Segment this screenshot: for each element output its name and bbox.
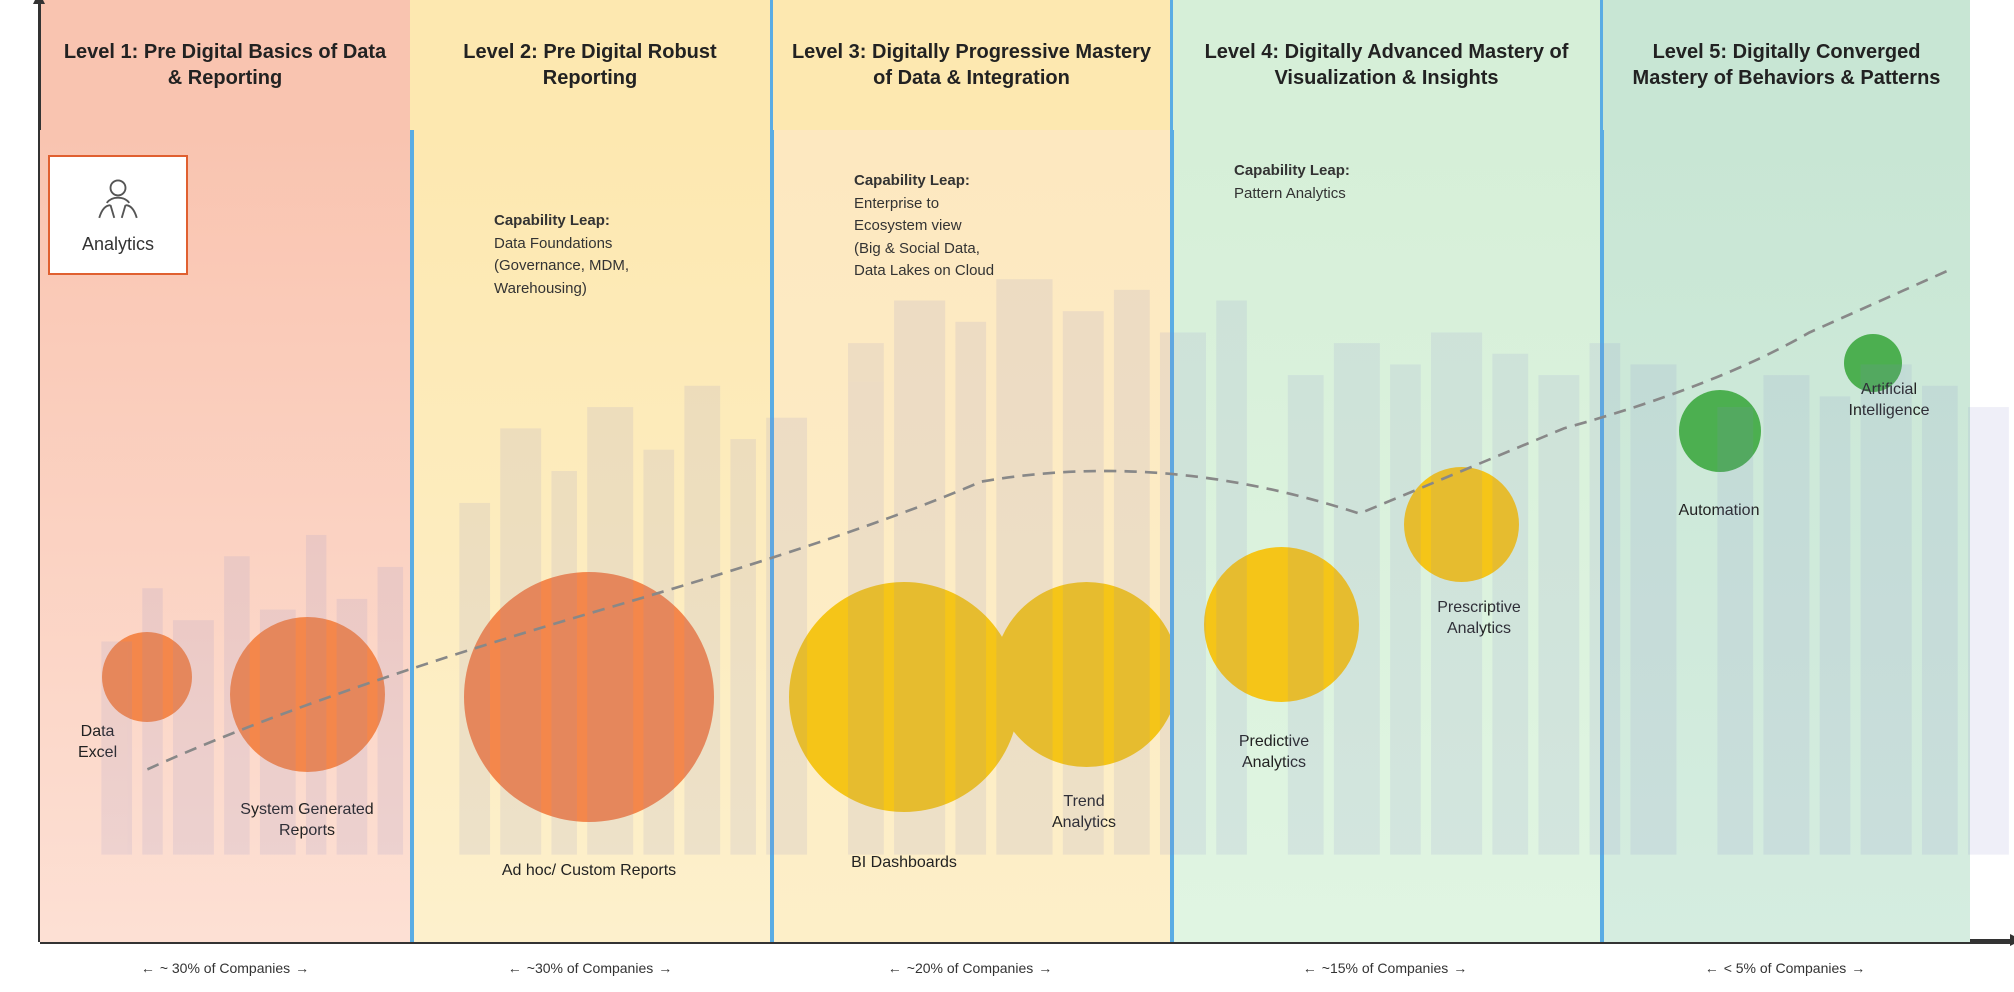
pct-level4: ~15% of Companies (1170, 944, 1600, 992)
percentage-row: ~ 30% of Companies ~30% of Companies ~20… (40, 942, 2014, 992)
analytics-icon-box: Analytics (48, 155, 188, 275)
level2-section: Capability Leap: Data Foundations(Govern… (410, 130, 770, 942)
pct-level5: < 5% of Companies (1600, 944, 1970, 992)
chart-area: DataExcel System GeneratedReports Capabi… (40, 130, 2014, 942)
label-predictive-analytics: PredictiveAnalytics (1184, 732, 1364, 774)
bubble-adhoc-reports (464, 572, 714, 822)
header-row: Level 1: Pre Digital Basics of Data & Re… (40, 0, 2014, 130)
bubble-prescriptive-analytics (1404, 467, 1519, 582)
level5-header: Level 5: Digitally Converged Mastery of … (1600, 0, 1970, 130)
level5-section: Automation ArtificialIntelligence (1600, 130, 1970, 942)
bubble-bi-dashboards (789, 582, 1019, 812)
level4-section: Capability Leap: Pattern Analytics Predi… (1170, 130, 1600, 942)
label-adhoc-reports: Ad hoc/ Custom Reports (446, 861, 732, 882)
bubble-predictive-analytics (1204, 547, 1359, 702)
label-artificial-intelligence: ArtificialIntelligence (1819, 380, 1959, 422)
level3-section: Capability Leap: Enterprise toEcosystem … (770, 130, 1170, 942)
pct-label-level1: ~ 30% of Companies (141, 960, 309, 976)
level2-header: Level 2: Pre Digital Robust Reporting (410, 0, 770, 130)
capability-leap-level2: Capability Leap: Data Foundations(Govern… (494, 210, 629, 300)
main-container: Analytics Level 1: Pre Digital Basics of… (0, 0, 2014, 992)
label-trend-analytics: TrendAnalytics (1014, 792, 1154, 834)
bubble-system-reports (230, 617, 385, 772)
level4-header: Level 4: Digitally Advanced Mastery of V… (1170, 0, 1600, 130)
analytics-label: Analytics (82, 234, 154, 255)
label-data-excel: DataExcel (78, 722, 117, 764)
bubble-data-excel (102, 632, 192, 722)
label-automation: Automation (1644, 501, 1794, 522)
label-prescriptive-analytics: PrescriptiveAnalytics (1399, 598, 1559, 640)
pct-level3: ~20% of Companies (770, 944, 1170, 992)
pct-level2: ~30% of Companies (410, 944, 770, 992)
pct-label-level5: < 5% of Companies (1705, 960, 1866, 976)
label-bi-dashboards: BI Dashboards (789, 853, 1019, 874)
label-system-reports: System GeneratedReports (222, 800, 392, 842)
pct-label-level3: ~20% of Companies (888, 960, 1052, 976)
bubble-automation (1679, 390, 1761, 472)
capability-leap-level3: Capability Leap: Enterprise toEcosystem … (854, 170, 994, 283)
level1-header: Level 1: Pre Digital Basics of Data & Re… (40, 0, 410, 130)
pct-label-level4: ~15% of Companies (1303, 960, 1467, 976)
level3-header: Level 3: Digitally Progressive Mastery o… (770, 0, 1170, 130)
pct-level1: ~ 30% of Companies (40, 944, 410, 992)
bubble-trend-analytics (994, 582, 1170, 767)
capability-leap-level4: Capability Leap: Pattern Analytics (1234, 160, 1350, 205)
pct-label-level2: ~30% of Companies (508, 960, 672, 976)
analytics-icon (88, 176, 148, 226)
